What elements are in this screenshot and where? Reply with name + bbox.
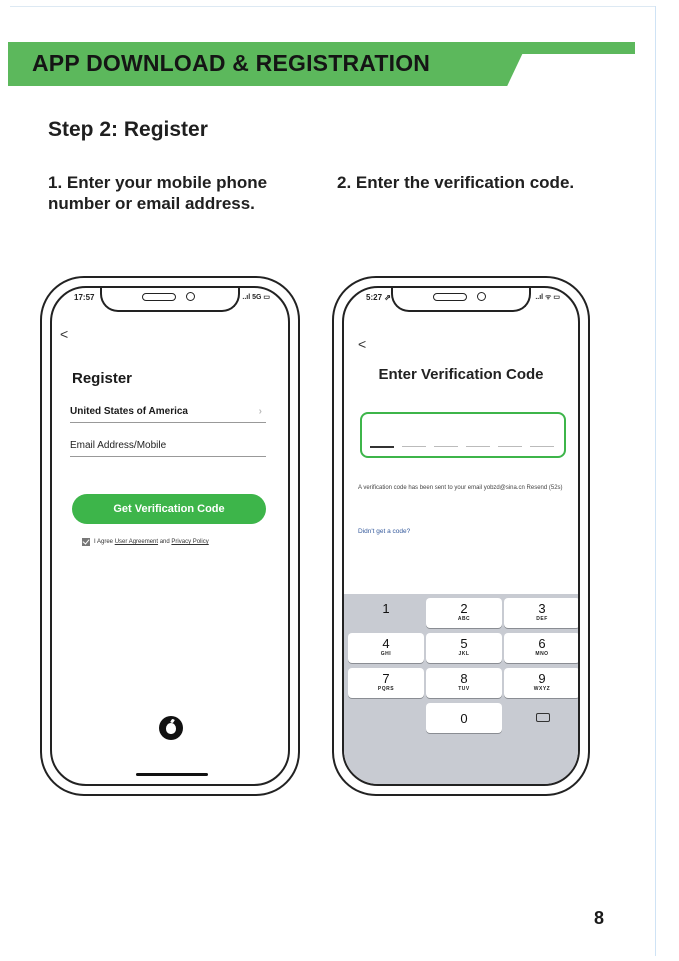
privacy-policy-link[interactable]: Privacy Policy xyxy=(171,539,208,545)
key-digit: 3 xyxy=(538,601,546,616)
key-7[interactable]: 7 PQRS xyxy=(348,668,424,698)
camera-icon xyxy=(186,292,195,301)
key-5[interactable]: 5 JKL xyxy=(426,633,502,663)
phone-verification: 5:27 ⇗ ..ıl ᯤ ▭ < Enter Verification Cod… xyxy=(332,276,590,796)
status-time: 5:27 ⇗ xyxy=(366,293,391,302)
email-placeholder: Email Address/Mobile xyxy=(70,440,167,451)
code-slot xyxy=(434,446,458,447)
code-slot xyxy=(402,446,426,447)
key-0[interactable]: 0 xyxy=(426,703,502,733)
key-letters: TUV xyxy=(458,686,470,692)
key-3[interactable]: 3 DEF xyxy=(504,598,578,628)
key-2[interactable]: 2 ABC xyxy=(426,598,502,628)
key-digit: 6 xyxy=(538,636,546,651)
code-slot xyxy=(530,446,554,447)
agree-mid: and xyxy=(159,539,170,545)
key-digit: 5 xyxy=(460,636,468,651)
key-8[interactable]: 8 TUV xyxy=(426,668,502,698)
home-indicator xyxy=(136,773,208,776)
key-letters: GHI xyxy=(380,651,392,657)
key-letters: WXYZ xyxy=(533,686,551,692)
code-sent-message: A verification code has been sent to you… xyxy=(358,485,563,491)
country-value: United States of America xyxy=(70,406,188,417)
back-chevron-icon[interactable]: < xyxy=(60,326,68,342)
code-slot xyxy=(370,446,394,448)
email-field[interactable]: Email Address/Mobile xyxy=(70,440,266,457)
phone-notch xyxy=(391,288,531,312)
agree-checkbox[interactable] xyxy=(82,538,90,546)
status-signal-battery: ..ıl ᯤ ▭ xyxy=(535,294,560,301)
register-title: Register xyxy=(72,370,133,387)
agree-prefix: I Agree xyxy=(94,539,114,545)
code-slot xyxy=(498,446,522,447)
apple-logo-shape xyxy=(166,722,176,734)
backspace-icon xyxy=(536,713,550,722)
key-letters: MNO xyxy=(535,651,549,657)
step-title: Step 2: Register xyxy=(48,118,208,141)
status-time: 17:57 xyxy=(74,293,95,302)
page-number: 8 xyxy=(594,908,605,928)
didnt-get-code-link[interactable]: Didn't get a code? xyxy=(358,528,410,535)
key-digit: 0 xyxy=(460,711,468,726)
phone-verification-screen: 5:27 ⇗ ..ıl ᯤ ▭ < Enter Verification Cod… xyxy=(342,286,580,786)
apple-icon[interactable] xyxy=(159,716,183,740)
key-9[interactable]: 9 WXYZ xyxy=(504,668,578,698)
key-digit: 7 xyxy=(382,671,390,686)
back-chevron-icon[interactable]: < xyxy=(358,336,366,352)
key-4[interactable]: 4 GHI xyxy=(348,633,424,663)
get-verification-code-button[interactable]: Get Verification Code xyxy=(72,494,266,524)
camera-icon xyxy=(477,292,486,301)
status-signal-battery: ..ıl 5G ▭ xyxy=(242,294,270,301)
verification-code-input[interactable] xyxy=(360,412,566,458)
chevron-right-icon: › xyxy=(258,406,262,417)
header-banner: APP DOWNLOAD & REGISTRATION xyxy=(8,42,635,86)
phone-register: 17:57 ..ıl 5G ▭ < Register United States… xyxy=(40,276,300,796)
phone-register-screen: 17:57 ..ıl 5G ▭ < Register United States… xyxy=(50,286,290,786)
instruction-enter-phone: 1. Enter your mobile phone number or ema… xyxy=(48,173,268,213)
instruction-enter-code: 2. Enter the verification code. xyxy=(337,173,575,192)
key-letters: DEF xyxy=(536,616,548,622)
page-border-top xyxy=(10,6,656,7)
verification-title: Enter Verification Code xyxy=(378,366,544,383)
key-digit: 1 xyxy=(382,601,390,616)
agreement-row: I Agree User Agreement and Privacy Polic… xyxy=(82,538,209,546)
key-letters: PQRS xyxy=(377,686,395,692)
country-selector[interactable]: United States of America › xyxy=(70,406,266,423)
speaker-icon xyxy=(142,293,176,301)
page-title: APP DOWNLOAD & REGISTRATION xyxy=(32,50,431,76)
key-digit: 8 xyxy=(460,671,468,686)
backspace-key[interactable] xyxy=(504,703,578,733)
speaker-icon xyxy=(433,293,467,301)
key-letters: ABC xyxy=(457,616,471,622)
key-digit: 4 xyxy=(382,636,390,651)
key-letters: JKL xyxy=(458,651,470,657)
numeric-keypad: 1 2 ABC 3 DEF 4 GHI 5 JKL 6 MNO 7 PQRS 8… xyxy=(344,594,578,784)
key-digit: 2 xyxy=(460,601,468,616)
user-agreement-link[interactable]: User Agreement xyxy=(115,539,158,545)
key-digit: 9 xyxy=(538,671,546,686)
code-slot xyxy=(466,446,490,447)
key-6[interactable]: 6 MNO xyxy=(504,633,578,663)
key-1[interactable]: 1 xyxy=(348,598,424,628)
phone-notch xyxy=(100,288,240,312)
page-border-right xyxy=(655,6,656,956)
